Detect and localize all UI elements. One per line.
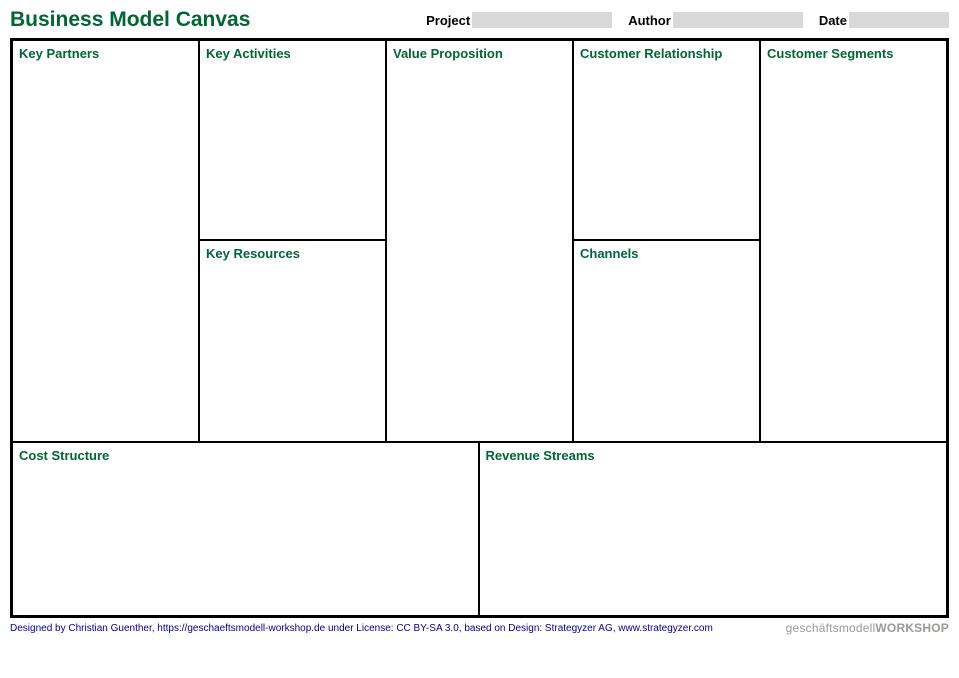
label-key-partners: Key Partners (19, 46, 192, 61)
brand-prefix: geschäftsmodell (786, 621, 876, 635)
label-customer-relationship: Customer Relationship (580, 46, 753, 61)
label-channels: Channels (580, 246, 753, 261)
date-label: Date (819, 13, 847, 28)
cell-cost-structure[interactable]: Cost Structure (13, 443, 480, 615)
page-title: Business Model Canvas (10, 8, 250, 32)
cell-key-partners[interactable]: Key Partners (13, 41, 198, 441)
label-cost-structure: Cost Structure (19, 448, 472, 463)
cell-value-proposition[interactable]: Value Proposition (387, 41, 572, 441)
author-input[interactable] (673, 12, 803, 28)
author-field: Author (628, 12, 803, 28)
canvas-grid: Key Partners Key Activities Key Resource… (10, 38, 949, 618)
cell-customer-segments[interactable]: Customer Segments (761, 41, 946, 441)
project-field: Project (426, 12, 612, 28)
header: Business Model Canvas Project Author Dat… (10, 8, 949, 32)
brand-suffix: WORKSHOP (875, 621, 949, 635)
label-key-resources: Key Resources (206, 246, 379, 261)
col-value-proposition: Value Proposition (387, 41, 574, 441)
canvas-top-row: Key Partners Key Activities Key Resource… (13, 41, 946, 441)
cell-key-activities[interactable]: Key Activities (200, 41, 385, 241)
cell-key-resources[interactable]: Key Resources (200, 241, 385, 441)
project-label: Project (426, 13, 470, 28)
label-revenue-streams: Revenue Streams (486, 448, 941, 463)
date-field: Date (819, 12, 949, 28)
date-input[interactable] (849, 12, 949, 28)
footer-brand: geschäftsmodellWORKSHOP (786, 621, 949, 635)
project-input[interactable] (472, 12, 612, 28)
label-customer-segments: Customer Segments (767, 46, 940, 61)
col-key-partners: Key Partners (13, 41, 200, 441)
footer: Designed by Christian Guenther, https://… (10, 621, 949, 635)
col-activities-resources: Key Activities Key Resources (200, 41, 387, 441)
cell-customer-relationship[interactable]: Customer Relationship (574, 41, 759, 241)
author-label: Author (628, 13, 671, 28)
cell-revenue-streams[interactable]: Revenue Streams (480, 443, 947, 615)
col-customer-segments: Customer Segments (761, 41, 946, 441)
canvas-bottom-row: Cost Structure Revenue Streams (13, 441, 946, 615)
label-value-proposition: Value Proposition (393, 46, 566, 61)
label-key-activities: Key Activities (206, 46, 379, 61)
footer-attribution: Designed by Christian Guenther, https://… (10, 623, 713, 634)
meta-fields: Project Author Date (426, 12, 949, 28)
col-relationship-channels: Customer Relationship Channels (574, 41, 761, 441)
cell-channels[interactable]: Channels (574, 241, 759, 441)
